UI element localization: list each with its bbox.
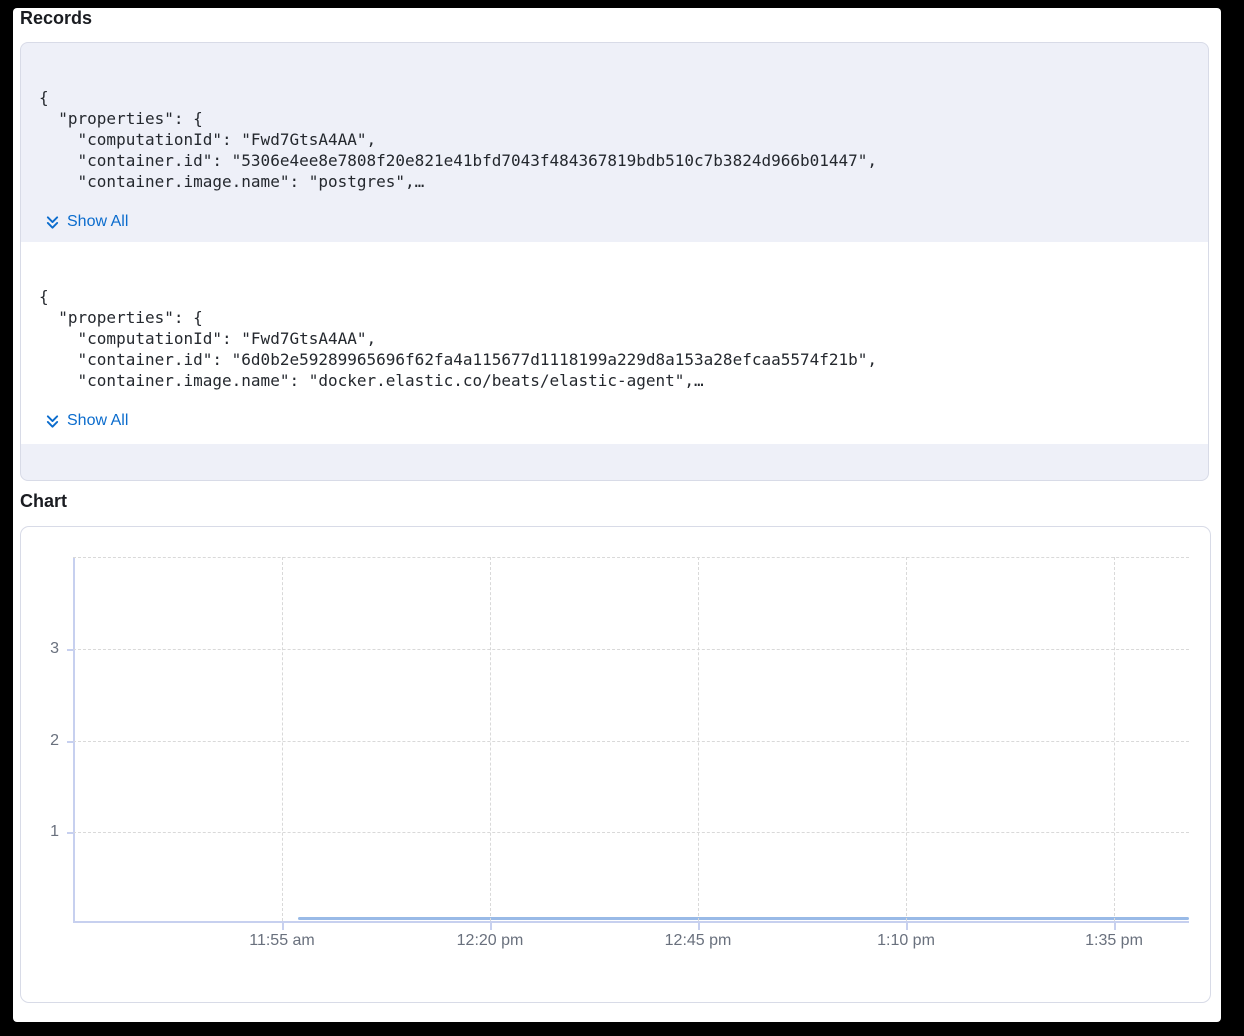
x-axis-tick: [698, 922, 700, 930]
gridline-horizontal: [73, 649, 1189, 650]
gridline-vertical: [282, 557, 283, 921]
x-axis-tick: [1114, 922, 1116, 930]
x-axis-tick-label: 1:35 pm: [1054, 932, 1174, 950]
y-axis-tick-label: 1: [21, 824, 59, 840]
y-axis-tick-label: 2: [21, 733, 59, 749]
show-all-button[interactable]: Show All: [45, 411, 128, 431]
record-json-code: { "properties": { "computationId": "Fwd7…: [39, 286, 877, 391]
x-axis-line: [73, 921, 1189, 923]
chart-section-title: Chart: [20, 491, 67, 512]
screenshot-root: { "records_section": { "title": "Records…: [0, 0, 1244, 1036]
gridline-vertical: [698, 557, 699, 921]
show-all-label: Show All: [67, 213, 128, 231]
double-chevron-down-icon: [45, 215, 60, 230]
record-item: { "properties": { "computationId": "Fwd7…: [21, 242, 1208, 444]
page: Records { "properties": { "computationId…: [13, 8, 1221, 1022]
gridline-vertical: [490, 557, 491, 921]
records-section-title: Records: [20, 8, 92, 29]
gridline-vertical: [906, 557, 907, 921]
chart-panel: 1 2 3 11:55 am 12:20 pm 12:45 pm 1:10 pm 1:35 p…: [20, 526, 1211, 1003]
show-all-button[interactable]: Show All: [45, 212, 128, 232]
y-axis-tick: [67, 832, 74, 834]
x-axis-tick-label: 11:55 am: [222, 932, 342, 950]
gridline-vertical: [1114, 557, 1115, 921]
x-axis-tick: [490, 922, 492, 930]
record-item: { "properties": { "computationId": "Fwd7…: [21, 43, 1208, 242]
y-axis-line: [73, 557, 75, 922]
chart-data-line: [298, 917, 1189, 920]
x-axis-tick-label: 1:10 pm: [846, 932, 966, 950]
show-all-label: Show All: [67, 412, 128, 430]
x-axis-tick-label: 12:20 pm: [430, 932, 550, 950]
gridline-horizontal: [73, 832, 1189, 833]
y-axis-tick-label: 3: [21, 641, 59, 657]
gridline-horizontal: [73, 557, 1189, 558]
double-chevron-down-icon: [45, 414, 60, 429]
x-axis-tick: [282, 922, 284, 930]
record-json-code: { "properties": { "computationId": "Fwd7…: [39, 87, 877, 192]
y-axis-tick: [67, 741, 74, 743]
records-panel: { "properties": { "computationId": "Fwd7…: [20, 42, 1209, 481]
y-axis-tick: [67, 649, 74, 651]
x-axis-tick: [906, 922, 908, 930]
chart-plot-area[interactable]: 1 2 3 11:55 am 12:20 pm 12:45 pm 1:10 pm 1:35 p…: [21, 527, 1210, 1002]
x-axis-tick-label: 12:45 pm: [638, 932, 758, 950]
gridline-horizontal: [73, 741, 1189, 742]
